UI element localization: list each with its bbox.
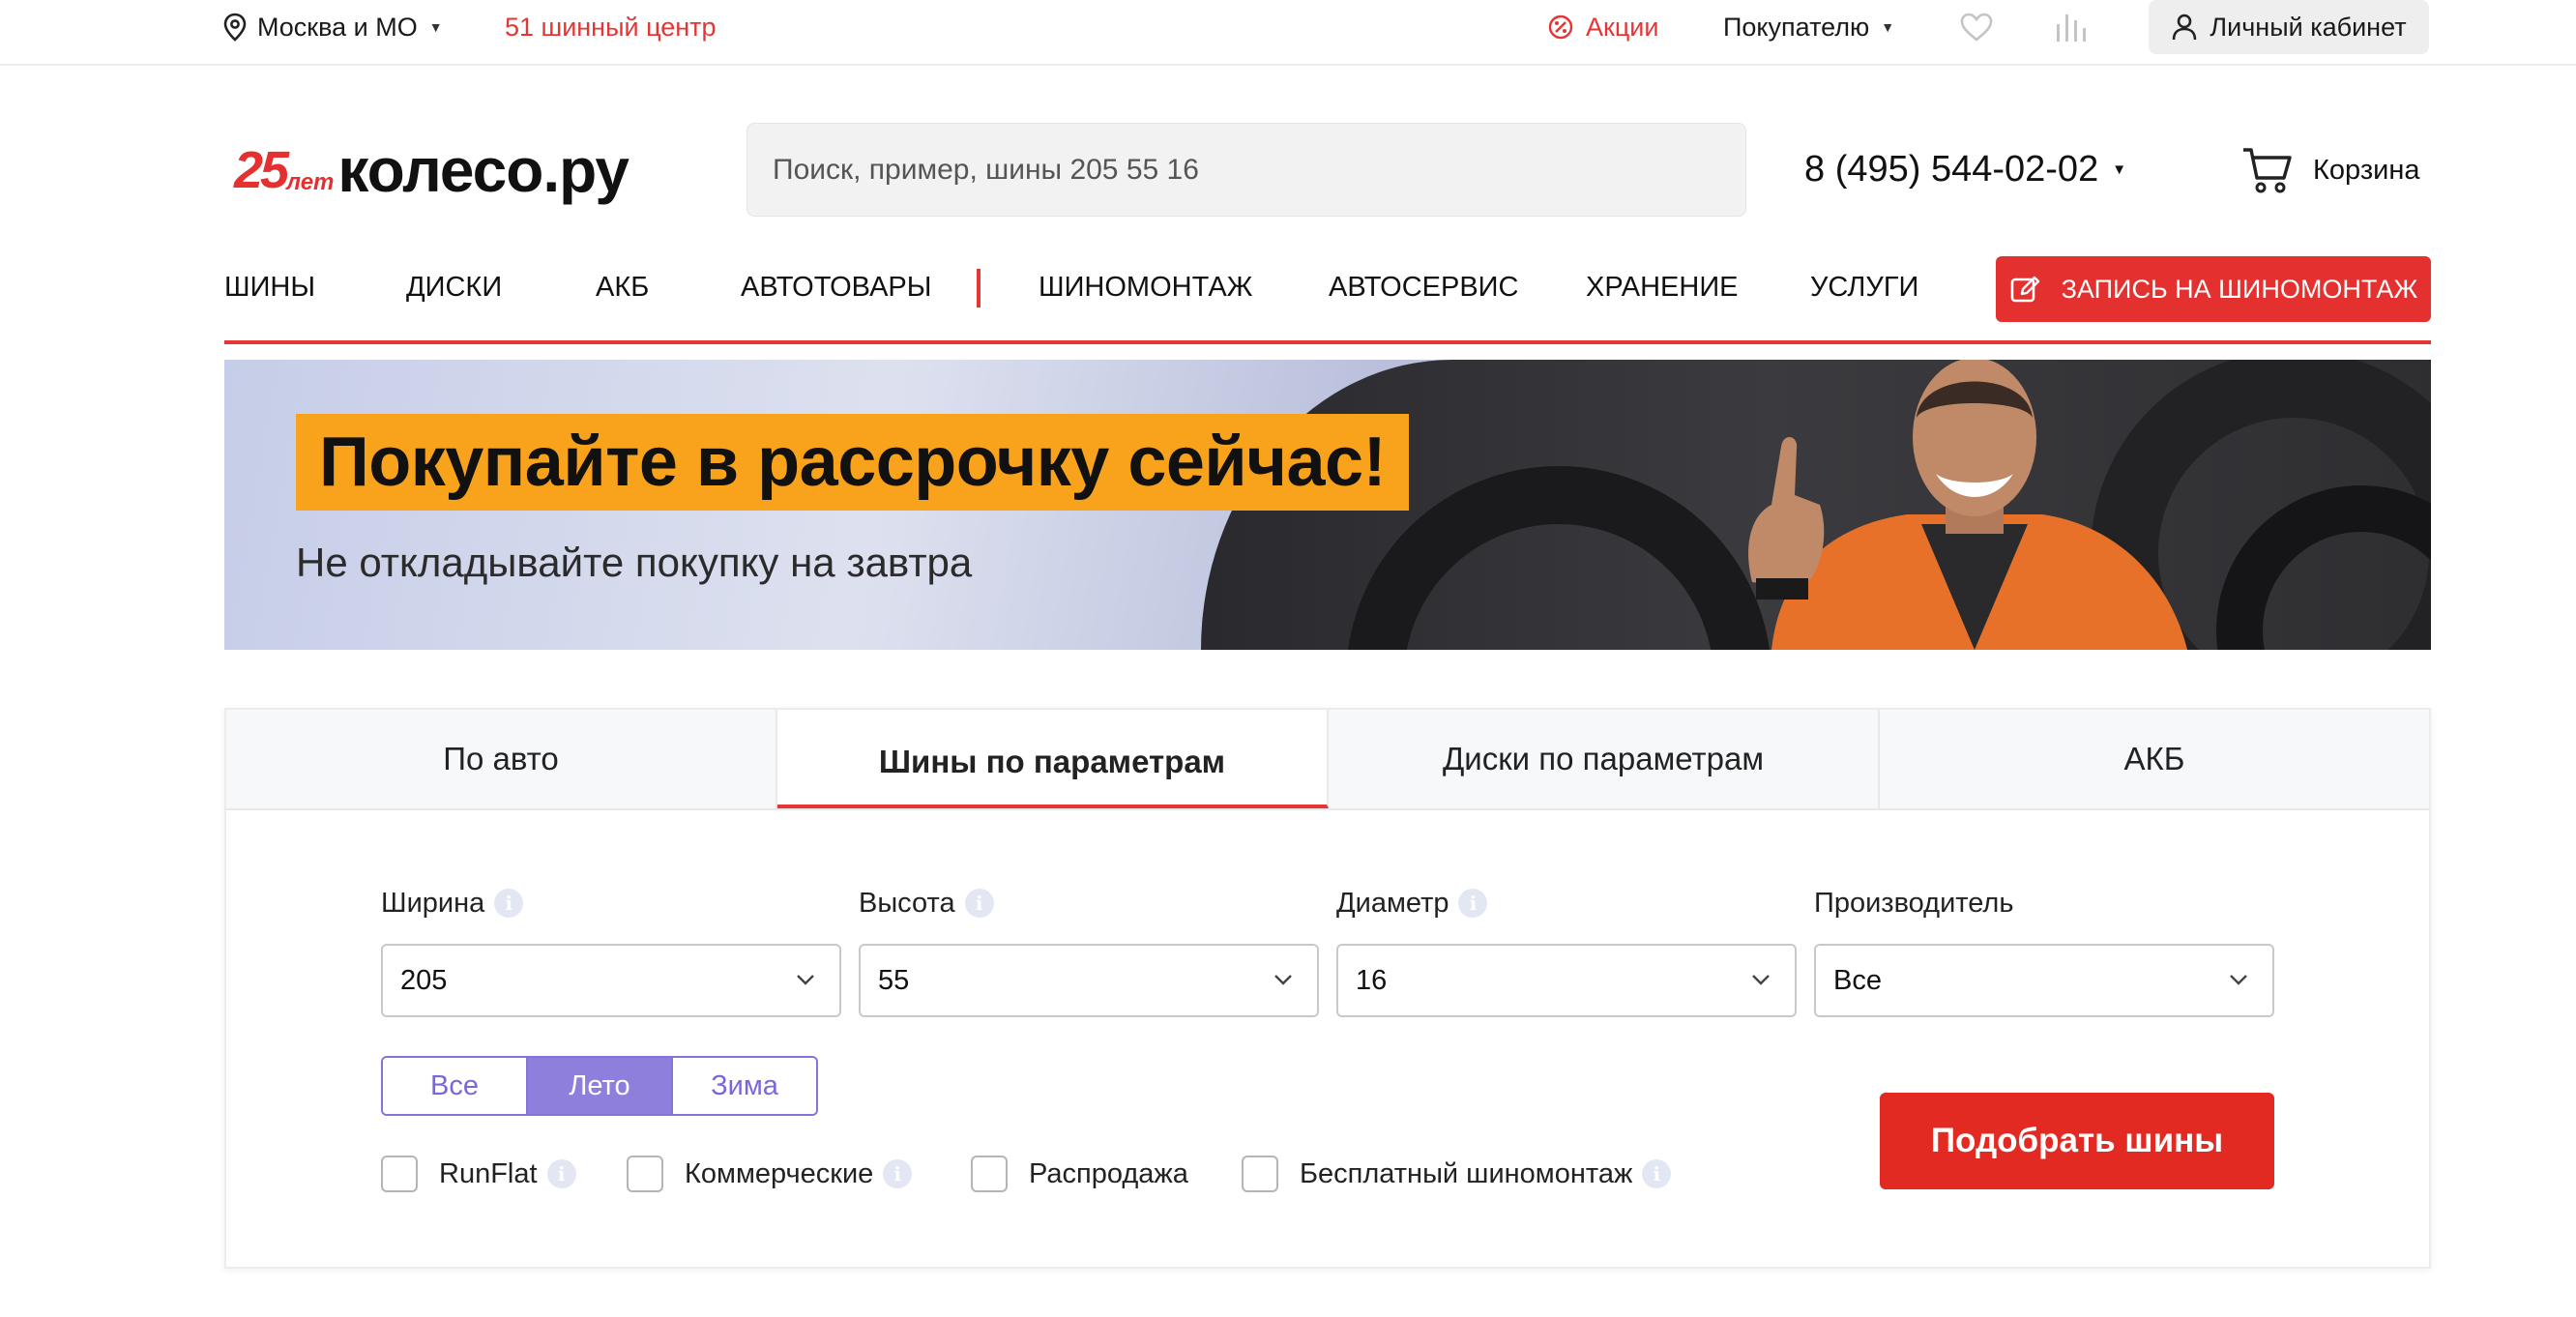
find-tires-button[interactable]: Подобрать шины (1880, 1093, 2274, 1189)
site-logo[interactable]: 25 лет колесо.ру (234, 135, 629, 205)
edit-calendar-icon (2010, 276, 2039, 303)
city-selector[interactable]: Москва и МО ▼ (222, 0, 443, 54)
chevron-down-icon (797, 975, 814, 985)
height-value: 55 (878, 964, 910, 996)
nav-divider (977, 269, 981, 307)
season-summer-button[interactable]: Лето (526, 1058, 671, 1114)
logo-years-suffix: лет (286, 169, 335, 195)
height-select[interactable]: 55 (859, 944, 1319, 1017)
chevron-down-icon (1752, 975, 1770, 985)
diameter-value: 16 (1356, 964, 1388, 996)
chevron-down-icon (1274, 975, 1292, 985)
nav-item-auto-goods[interactable]: АВТОТОВАРЫ (741, 253, 931, 321)
book-tire-fitting-label: ЗАПИСЬ НА ШИНОМОНТАЖ (2061, 274, 2418, 304)
picker-tabs: По авто Шины по параметрам Диски по пара… (226, 710, 2429, 810)
height-label-text: Высота (859, 887, 955, 919)
banner-subtitle: Не откладывайте покупку на завтра (296, 540, 973, 585)
info-icon[interactable]: i (546, 1159, 576, 1188)
account-button[interactable]: Личный кабинет (2149, 0, 2429, 54)
tire-centers-link[interactable]: 51 шинный центр (505, 0, 717, 54)
account-label: Личный кабинет (2210, 12, 2407, 42)
tab-batteries[interactable]: АКБ (1880, 710, 2429, 808)
tire-picker-panel: По авто Шины по параметрам Диски по пара… (224, 708, 2431, 1269)
nav-item-services[interactable]: УСЛУГИ (1810, 253, 1918, 321)
manufacturer-select[interactable]: Все (1814, 944, 2274, 1017)
runflat-checkbox[interactable]: RunFlat i (381, 1153, 576, 1195)
tab-by-car[interactable]: По авто (226, 710, 777, 808)
commercial-checkbox[interactable]: Коммерческие i (627, 1153, 913, 1195)
nav-item-storage[interactable]: ХРАНЕНИЕ (1586, 253, 1739, 321)
season-toggle: Все Лето Зима (381, 1056, 818, 1116)
nav-item-wheels[interactable]: ДИСКИ (406, 253, 502, 321)
nav-item-auto-service[interactable]: АВТОСЕРВИС (1329, 253, 1518, 321)
user-icon (2173, 14, 2197, 41)
nav-item-tires[interactable]: ШИНЫ (224, 253, 315, 321)
cart-icon (2243, 148, 2292, 193)
width-value: 205 (400, 964, 448, 996)
info-icon[interactable]: i (1458, 889, 1488, 918)
manufacturer-label-text: Производитель (1814, 887, 2014, 919)
main-nav: ШИНЫ ДИСКИ АКБ АВТОТОВАРЫ ШИНОМОНТАЖ АВТ… (224, 253, 2431, 344)
free-fitting-label: Бесплатный шиномонтаж (1300, 1157, 1633, 1189)
top-bar: Москва и МО ▼ 51 шинный центр Акции Поку… (0, 0, 2576, 66)
compare-bars-icon (2057, 15, 2086, 42)
tab-wheels-by-params[interactable]: Диски по параметрам (1329, 710, 1880, 808)
width-label: Ширина i (381, 884, 524, 922)
diameter-label-text: Диаметр (1336, 887, 1449, 919)
book-tire-fitting-button[interactable]: ЗАПИСЬ НА ШИНОМОНТАЖ (1996, 256, 2431, 322)
compare-button[interactable] (2054, 0, 2089, 54)
chevron-down-icon: ▼ (2112, 161, 2127, 178)
season-winter-button[interactable]: Зима (671, 1058, 816, 1114)
checkbox-box[interactable] (381, 1156, 418, 1192)
info-icon[interactable]: i (964, 889, 994, 918)
phone-number: 8 (495) 544-02-02 (1804, 148, 2099, 190)
nav-item-tire-fitting[interactable]: ШИНОМОНТАЖ (1039, 253, 1252, 321)
discount-icon (1548, 15, 1573, 40)
promo-link[interactable]: Акции (1547, 0, 1658, 54)
promo-banner[interactable]: Покупайте в рассрочку сейчас! Не отклады… (224, 360, 2431, 650)
chevron-down-icon: ▼ (428, 19, 443, 35)
info-icon[interactable]: i (883, 1159, 913, 1188)
buyer-label: Покупателю (1723, 12, 1870, 42)
phone-menu[interactable]: 8 (495) 544-02-02 ▼ (1804, 145, 2126, 193)
tab-tires-by-params[interactable]: Шины по параметрам (777, 710, 1329, 808)
width-select[interactable]: 205 (381, 944, 841, 1017)
banner-headline: Покупайте в рассрочку сейчас! (296, 414, 1410, 511)
free-fitting-checkbox[interactable]: Бесплатный шиномонтаж i (1242, 1153, 1672, 1195)
manufacturer-value: Все (1833, 964, 1882, 996)
sale-checkbox[interactable]: Распродажа (971, 1153, 1188, 1195)
diameter-label: Диаметр i (1336, 884, 1488, 922)
chevron-down-icon (2230, 975, 2247, 985)
manufacturer-label: Производитель (1814, 884, 2013, 922)
info-icon[interactable]: i (494, 889, 524, 918)
checkbox-box[interactable] (971, 1156, 1008, 1192)
promo-label: Акции (1586, 12, 1659, 42)
cart-button[interactable]: Корзина (2241, 141, 2419, 199)
sale-label: Распродажа (1029, 1157, 1188, 1189)
diameter-select[interactable]: 16 (1336, 944, 1797, 1017)
smiling-man-image (1748, 360, 2187, 650)
heart-icon (1960, 13, 1993, 42)
location-pin-icon (223, 13, 247, 42)
checkbox-box[interactable] (1242, 1156, 1278, 1192)
chevron-down-icon: ▼ (1881, 19, 1895, 35)
logo-name: колесо.ру (337, 135, 629, 205)
height-label: Высота i (859, 884, 994, 922)
city-label: Москва и МО (257, 12, 418, 42)
nav-item-batteries[interactable]: АКБ (596, 253, 649, 321)
checkbox-box[interactable] (627, 1156, 663, 1192)
favorites-button[interactable] (1959, 0, 1994, 54)
search-input[interactable] (746, 123, 1746, 217)
commercial-label: Коммерческие (685, 1157, 874, 1189)
logo-years: 25 (234, 141, 289, 199)
season-all-button[interactable]: Все (383, 1058, 526, 1114)
runflat-label: RunFlat (439, 1157, 538, 1189)
info-icon[interactable]: i (1642, 1159, 1672, 1188)
width-label-text: Ширина (381, 887, 485, 919)
cart-label: Корзина (2313, 154, 2420, 186)
buyer-menu[interactable]: Покупателю ▼ (1723, 0, 1894, 54)
